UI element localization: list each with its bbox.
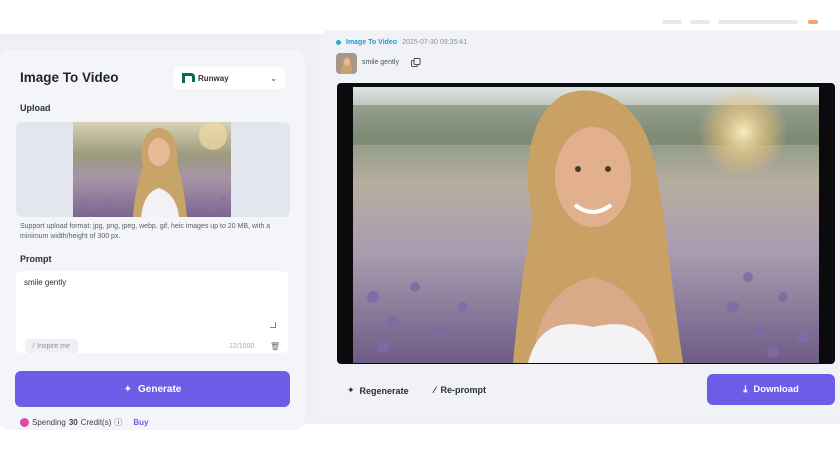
- inspire-me-button[interactable]: ⁄ Inspire me: [25, 339, 78, 353]
- upload-help-text: Support upload format: jpg, png, jpeg, w…: [20, 223, 271, 240]
- regenerate-label: Regenerate: [359, 385, 409, 396]
- download-label: Download: [753, 384, 799, 395]
- notification-dot[interactable]: [808, 20, 818, 24]
- copy-icon[interactable]: [411, 58, 421, 68]
- buy-link[interactable]: Buy: [133, 418, 148, 427]
- result-prompt: smile gently: [362, 59, 399, 66]
- prompt-label: Prompt: [20, 254, 52, 264]
- download-icon: ⤓: [743, 384, 748, 395]
- spending-amount: 30: [68, 417, 78, 427]
- reprompt-button[interactable]: ⁄ Re-prompt: [434, 385, 486, 395]
- model-select-value: Runway: [198, 73, 229, 83]
- resize-handle-icon[interactable]: [270, 322, 276, 328]
- top-bar: [0, 0, 840, 34]
- uploaded-image-art: [73, 122, 231, 217]
- panel-title: Image To Video: [20, 70, 119, 85]
- video-player[interactable]: [337, 83, 835, 364]
- generate-label: Generate: [138, 383, 182, 395]
- status-dot: [336, 40, 341, 45]
- download-button[interactable]: ⤓ Download: [707, 374, 835, 405]
- source-thumbnail-art: [336, 53, 357, 74]
- result-meta: Image To Video 2025-07-30 09:35:41: [336, 39, 467, 46]
- generate-button[interactable]: ✦ Generate: [15, 371, 290, 407]
- spending-prefix: Spending: [32, 417, 66, 427]
- chevron-down-icon: ⌄: [270, 73, 277, 83]
- prompt-text: smile gently: [24, 278, 67, 287]
- source-thumbnail[interactable]: [336, 53, 357, 74]
- uploaded-image: [73, 122, 231, 217]
- sparkle-icon: ✦: [123, 383, 133, 395]
- sparkle-icon: ✦: [347, 385, 355, 395]
- top-nav-item[interactable]: [662, 20, 682, 24]
- upload-label: Upload: [20, 103, 51, 113]
- video-frame-image: [353, 87, 819, 363]
- coin-icon: [20, 417, 29, 427]
- inspire-me-label: Inspire me: [37, 342, 70, 350]
- model-select[interactable]: Runway ⌄: [174, 67, 285, 89]
- wand-icon: ⁄: [434, 385, 436, 395]
- spending-suffix: Credit(s): [80, 417, 112, 427]
- wand-icon: ⁄: [33, 342, 35, 350]
- credit-spending: Spending 30 Credit(s) ⓘ Buy: [20, 417, 149, 427]
- upload-dropzone[interactable]: [16, 122, 290, 217]
- result-tag: Image To Video: [346, 39, 398, 46]
- result-timestamp: 2025-07-30 09:35:41: [402, 39, 468, 46]
- top-nav-item[interactable]: [718, 20, 798, 24]
- help-icon[interactable]: ⓘ: [114, 417, 122, 427]
- runway-logo-icon: [182, 73, 195, 83]
- reprompt-label: Re-prompt: [440, 385, 487, 395]
- top-nav-item[interactable]: [690, 20, 710, 24]
- char-counter: 12/1000: [229, 343, 255, 350]
- regenerate-button[interactable]: ✦ Regenerate: [347, 385, 409, 396]
- trash-icon[interactable]: 🗑: [270, 342, 280, 351]
